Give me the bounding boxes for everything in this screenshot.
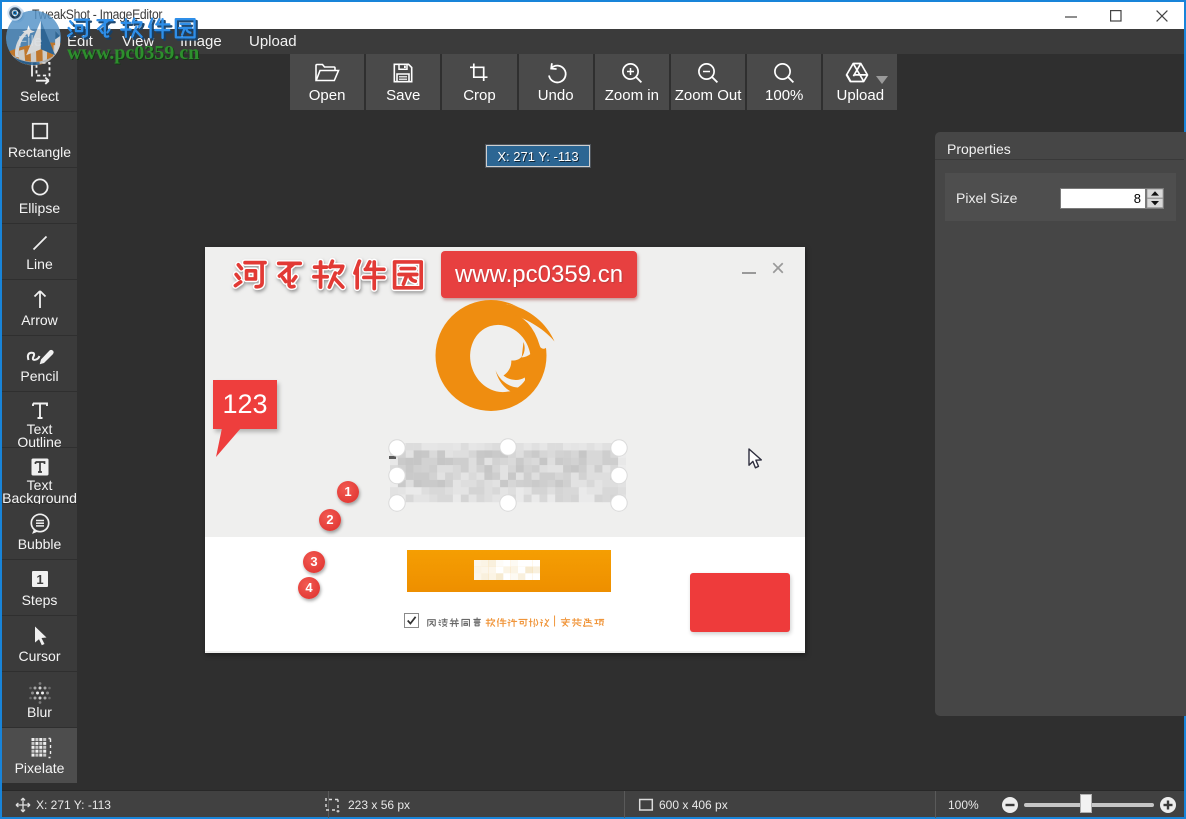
svg-text:1: 1: [36, 572, 43, 587]
